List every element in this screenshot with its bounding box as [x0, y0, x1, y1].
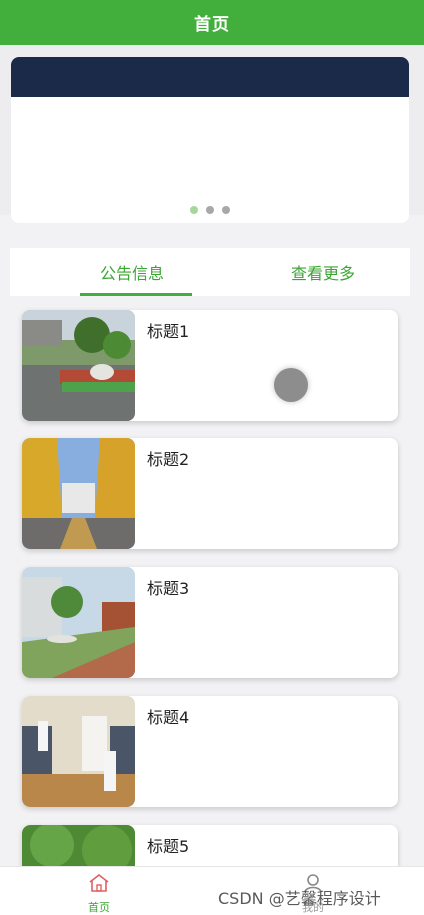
list-item[interactable]: 标题2	[22, 438, 398, 549]
item-title: 标题2	[147, 450, 190, 469]
page-title: 首页	[194, 15, 230, 35]
banner-image	[11, 57, 409, 97]
section-tabs: 公告信息 查看更多	[10, 248, 410, 296]
banner-area	[0, 45, 424, 223]
item-title: 标题3	[147, 579, 190, 598]
list-item[interactable]: 标题3	[22, 567, 398, 678]
tab-notice[interactable]: 公告信息	[100, 260, 164, 284]
watermark-text: CSDN @艺馨程序设计	[218, 889, 381, 908]
banner-carousel[interactable]	[11, 57, 409, 223]
carousel-indicator	[11, 206, 409, 214]
item-thumbnail	[22, 438, 135, 549]
item-title: 标题5	[147, 837, 190, 856]
item-thumbnail	[22, 310, 135, 421]
carousel-dot-2[interactable]	[206, 206, 214, 214]
carousel-dot-1[interactable]	[190, 206, 198, 214]
floating-touch-dot	[274, 368, 308, 402]
item-title: 标题4	[147, 708, 190, 727]
tabbar-label-home: 首页	[88, 901, 110, 914]
tabbar-item-home[interactable]: 首页	[88, 873, 110, 915]
list-item[interactable]: 标题4	[22, 696, 398, 807]
item-thumbnail	[22, 696, 135, 807]
carousel-dot-3[interactable]	[222, 206, 230, 214]
item-thumbnail	[22, 567, 135, 678]
list-item[interactable]: 标题1	[22, 310, 398, 421]
top-header: 首页	[0, 0, 424, 45]
active-tab-underline	[80, 293, 192, 296]
view-more-link[interactable]: 查看更多	[291, 260, 355, 284]
home-icon	[88, 873, 110, 897]
item-title: 标题1	[147, 322, 190, 341]
